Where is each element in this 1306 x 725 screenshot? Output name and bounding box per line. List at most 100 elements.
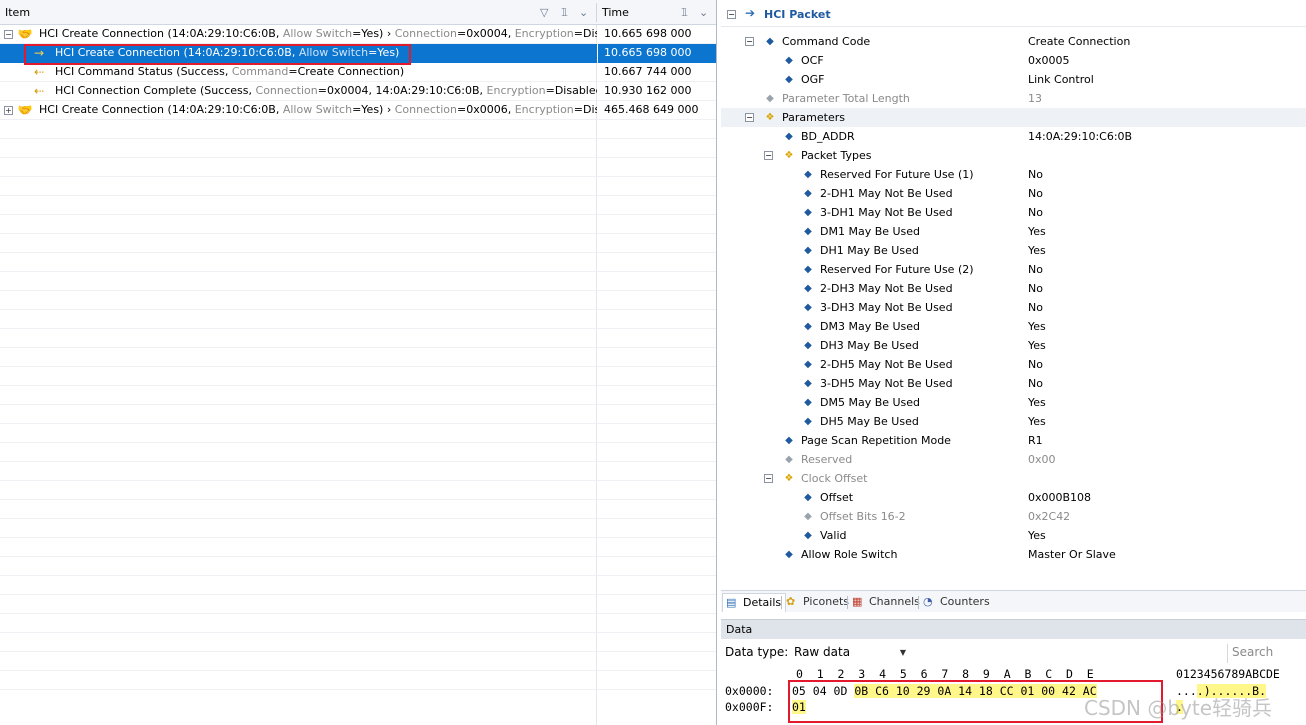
tree-node[interactable]: ◆ Offset 0x000B108	[721, 488, 1306, 507]
tree-node[interactable]: − ❖ Packet Types	[721, 146, 1306, 165]
tree-node-value: 0x000B108	[1028, 491, 1092, 504]
tree-node[interactable]: ◆ DH1 May Be Used Yes	[721, 241, 1306, 260]
packet-row-item[interactable]: − 🤝 HCI Create Connection (14:0A:29:10:C6:…	[0, 25, 597, 44]
tree-node[interactable]: ◆ Reserved 0x00	[721, 450, 1306, 469]
tree-node[interactable]: ◆ Offset Bits 16-2 0x2C42	[721, 507, 1306, 526]
tree-node-value: No	[1028, 263, 1043, 276]
tree-node[interactable]: ◆ Reserved For Future Use (1) No	[721, 165, 1306, 184]
packet-row[interactable]: → HCI Create Connection (14:0A:29:10:C6:0…	[0, 44, 716, 63]
tree-node-label: 2-DH3 May Not Be Used	[820, 282, 953, 295]
tab-channels[interactable]: ▦ Channels	[849, 593, 924, 612]
expand-toggle[interactable]: −	[745, 113, 754, 122]
tree-node[interactable]: ◆ 3-DH3 May Not Be Used No	[721, 298, 1306, 317]
summary-part: Allow Switch	[282, 103, 353, 116]
empty-row	[0, 386, 716, 405]
packet-row[interactable]: ⇠ HCI Connection Complete (Success, Conne…	[0, 82, 716, 101]
empty-row	[0, 462, 716, 481]
tree-node-value: No	[1028, 206, 1043, 219]
tree-node[interactable]: − ◆ Command Code Create Connection	[721, 32, 1306, 51]
expand-toggle[interactable]: −	[745, 37, 754, 46]
tree-node-label: OGF	[801, 73, 825, 86]
pin-icon[interactable]: 𝟙	[681, 0, 688, 25]
tab-separator	[847, 596, 848, 609]
tab-details[interactable]: ▤ Details	[722, 593, 787, 612]
tree-node-label: Offset Bits 16-2	[820, 510, 906, 523]
details-title: HCI Packet	[764, 8, 831, 21]
diamond-icon: ◆	[804, 321, 812, 332]
counters-icon: ◔	[923, 595, 933, 608]
hex-bytes: 05 04 0D 0B C6 10 29 0A 14 18 CC 01 00 4…	[792, 684, 1097, 699]
empty-row	[0, 671, 716, 690]
tree-node-label: Offset	[820, 491, 854, 504]
tree-node[interactable]: ◆ OGF Link Control	[721, 70, 1306, 89]
column-header-item[interactable]: Item	[0, 0, 597, 25]
expand-toggle[interactable]: −	[764, 151, 773, 160]
tree-node-value: No	[1028, 377, 1043, 390]
summary-part: HCI Create Connection (14:0A:29:10:C6:0B…	[39, 103, 283, 116]
tree-node[interactable]: ◆ 2-DH1 May Not Be Used No	[721, 184, 1306, 203]
tab-counters[interactable]: ◔ Counters	[920, 593, 994, 612]
details-header: − ➔ HCI Packet	[721, 3, 1306, 27]
tree-node-label: DM1 May Be Used	[820, 225, 921, 238]
tree-node[interactable]: ◆ Valid Yes	[721, 526, 1306, 545]
hex-column-header: 0 1 2 3 4 5 6 7 8 9 A B C D E	[796, 667, 1094, 681]
tree-node[interactable]: ◆ DM3 May Be Used Yes	[721, 317, 1306, 336]
dropdown-caret-icon: ▼	[899, 648, 906, 657]
data-section-header: Data	[721, 619, 1306, 639]
tree-node[interactable]: ◆ BD_ADDR 14:0A:29:10:C6:0B	[721, 127, 1306, 146]
packet-row-item[interactable]: ⇠ HCI Command Status (Success, Command=Cr…	[0, 63, 597, 82]
packet-row[interactable]: − 🤝 HCI Create Connection (14:0A:29:10:C6:…	[0, 25, 716, 44]
summary-part: =Yes) ›	[352, 27, 395, 40]
tab-label: Channels	[869, 595, 920, 608]
tab-piconets[interactable]: ✿ Piconets	[783, 593, 853, 612]
empty-row	[0, 139, 716, 158]
empty-row	[0, 196, 716, 215]
diamond-icon: ◆	[785, 549, 793, 560]
tree-node[interactable]: ◆ Reserved For Future Use (2) No	[721, 260, 1306, 279]
packet-row-item[interactable]: ⇠ HCI Connection Complete (Success, Conne…	[0, 82, 597, 101]
data-type-value: Raw data	[794, 645, 851, 659]
collapse-toggle[interactable]: −	[727, 10, 736, 19]
packet-row[interactable]: ⇠ HCI Command Status (Success, Command=Cr…	[0, 63, 716, 82]
piconets-icon: ✿	[786, 595, 796, 608]
ascii-column-header: 0123456789ABCDE	[1176, 667, 1280, 681]
tree-node[interactable]: ◆ Allow Role Switch Master Or Slave	[721, 545, 1306, 564]
tree-node[interactable]: ◆ DH3 May Be Used Yes	[721, 336, 1306, 355]
tree-node[interactable]: ◆ DM5 May Be Used Yes	[721, 393, 1306, 412]
chevron-down-icon[interactable]: ⌄	[579, 0, 588, 25]
tree-node[interactable]: − ❖ Parameters	[721, 108, 1306, 127]
tree-node[interactable]: ◆ 2-DH3 May Not Be Used No	[721, 279, 1306, 298]
packet-row-item[interactable]: + 🤝 HCI Create Connection (14:0A:29:10:C6:…	[0, 101, 597, 120]
filter-icon[interactable]: ▽	[540, 0, 548, 25]
expand-toggle[interactable]: −	[4, 30, 13, 39]
packet-time: 10.665 698 000	[598, 44, 716, 63]
tree-node-value: Yes	[1028, 225, 1046, 238]
tree-node-value: 14:0A:29:10:C6:0B	[1028, 130, 1133, 143]
packet-summary: HCI Create Connection (14:0A:29:10:C6:0B…	[55, 44, 399, 62]
tree-node[interactable]: ◆ DH5 May Be Used Yes	[721, 412, 1306, 431]
pin-icon[interactable]: 𝟙	[561, 0, 568, 25]
summary-part: Connection	[255, 84, 318, 97]
tree-node[interactable]: ◆ Page Scan Repetition Mode R1	[721, 431, 1306, 450]
tree-node[interactable]: ◆ 3-DH5 May Not Be Used No	[721, 374, 1306, 393]
packet-row-item[interactable]: → HCI Create Connection (14:0A:29:10:C6:0…	[0, 44, 597, 63]
diamond-icon: ◆	[804, 188, 812, 199]
data-type-select[interactable]: Raw data ▼	[791, 643, 909, 663]
chevron-down-icon[interactable]: ⌄	[699, 0, 708, 25]
expand-toggle[interactable]: −	[764, 474, 773, 483]
diamond-group-icon: ❖	[784, 150, 794, 161]
hex-bytes-highlighted: 01	[792, 700, 806, 714]
packet-row[interactable]: + 🤝 HCI Create Connection (14:0A:29:10:C6:…	[0, 101, 716, 120]
diamond-icon: ◆	[766, 93, 774, 104]
tree-node[interactable]: ◆ OCF 0x0005	[721, 51, 1306, 70]
tree-node[interactable]: ◆ DM1 May Be Used Yes	[721, 222, 1306, 241]
tree-node[interactable]: ◆ 2-DH5 May Not Be Used No	[721, 355, 1306, 374]
diamond-icon: ◆	[804, 245, 812, 256]
tree-node[interactable]: ◆ 3-DH1 May Not Be Used No	[721, 203, 1306, 222]
tree-node[interactable]: ◆ Parameter Total Length 13	[721, 89, 1306, 108]
search-input[interactable]: Search	[1227, 644, 1306, 663]
tree-node[interactable]: − ❖ Clock Offset	[721, 469, 1306, 488]
empty-row	[0, 120, 716, 139]
expand-toggle[interactable]: +	[4, 106, 13, 115]
empty-row	[0, 633, 716, 652]
